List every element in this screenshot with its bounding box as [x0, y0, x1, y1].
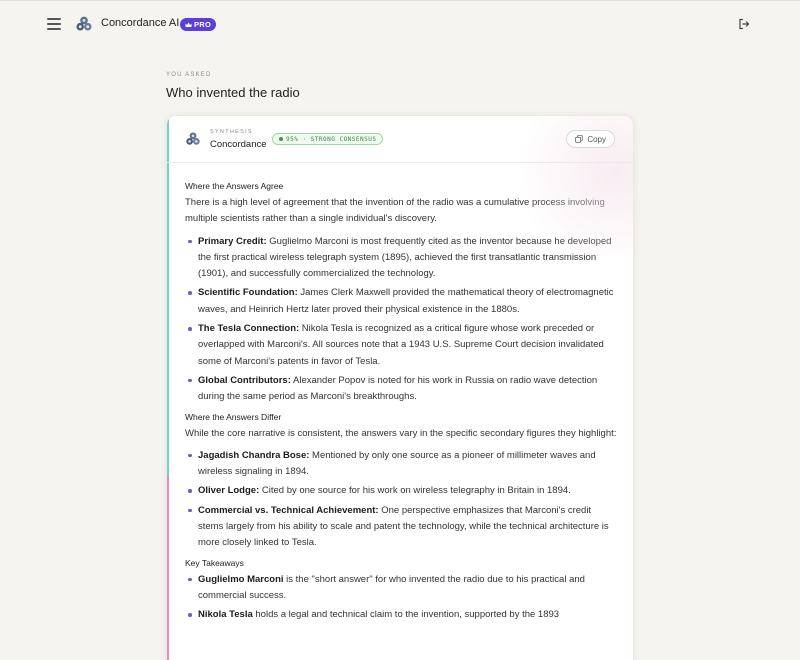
differ-accent-bar — [167, 476, 169, 660]
copy-button[interactable]: Copy — [566, 130, 615, 148]
pro-badge: PRO — [180, 18, 217, 31]
list-item-term: The Tesla Connection: — [198, 323, 300, 335]
list-item-term: Guglielmo Marconi — [198, 573, 284, 585]
list-item: Jagadish Chandra Bose: Mentioned by only… — [185, 448, 619, 481]
logout-icon[interactable] — [738, 18, 750, 30]
top-bar: Concordance AI PRO — [0, 0, 800, 46]
agree-accent-bar — [167, 116, 169, 476]
list-item: Nikola Tesla holds a legal and technical… — [185, 607, 619, 623]
card-header: SYNTHESIS Concordance 95% · STRONG CONSE… — [167, 116, 633, 163]
list-item: Commercial vs. Technical Achievement: On… — [185, 503, 619, 552]
list-item-term: Scientific Foundation: — [198, 287, 298, 299]
synthesis-card: SYNTHESIS Concordance 95% · STRONG CONSE… — [166, 115, 634, 660]
differ-heading: Where the Answers Differ — [185, 411, 282, 422]
list-item: Global Contributors: Alexander Popov is … — [185, 373, 619, 406]
list-item-term: Global Contributors: — [198, 374, 291, 386]
app-name: Concordance AI — [101, 17, 180, 29]
agree-heading: Where the Answers Agree — [185, 181, 284, 191]
crown-icon — [185, 22, 192, 27]
copy-label: Copy — [587, 134, 606, 144]
question-text: Who invented the radio — [166, 85, 300, 100]
takeaways-heading: Key Takeaways — [185, 557, 244, 568]
copy-icon — [575, 135, 584, 143]
list-item-text: Cited by one source for his work on wire… — [259, 485, 571, 497]
you-asked-label: YOU ASKED — [166, 72, 212, 78]
list-item: Oliver Lodge: Cited by one source for hi… — [185, 483, 619, 499]
synthesis-content: Where the Answers Agree There is a high … — [185, 180, 619, 629]
concordance-logo-icon — [186, 132, 200, 145]
list-item-term: Commercial vs. Technical Achievement: — [198, 504, 379, 516]
synthesis-label: SYNTHESIS — [210, 129, 253, 135]
list-item-term: Nikola Tesla — [198, 609, 253, 621]
menu-icon[interactable] — [46, 16, 62, 32]
list-item-term: Oliver Lodge: — [198, 485, 260, 497]
concordance-logo-icon — [76, 16, 92, 31]
list-item: The Tesla Connection: Nikola Tesla is re… — [185, 321, 619, 370]
differ-intro: While the core narrative is consistent, … — [185, 427, 617, 439]
list-item-term: Jagadish Chandra Bose: — [198, 449, 310, 461]
card-title: Concordance — [210, 139, 267, 150]
consensus-text: 95% · STRONG CONSENSUS — [286, 135, 377, 143]
differ-list: Jagadish Chandra Bose: Mentioned by only… — [185, 448, 619, 552]
list-item: Scientific Foundation: James Clerk Maxwe… — [185, 285, 619, 318]
pro-badge-label: PRO — [194, 20, 212, 29]
agree-intro: There is a high level of agreement that … — [185, 197, 605, 225]
list-item: Primary Credit: Guglielmo Marconi is mos… — [185, 234, 619, 283]
list-item: Guglielmo Marconi is the "short answer" … — [185, 572, 619, 605]
list-item-text: holds a legal and technical claim to the… — [252, 609, 560, 621]
agree-list: Primary Credit: Guglielmo Marconi is mos… — [185, 234, 619, 406]
list-item-term: Primary Credit: — [198, 235, 267, 247]
takeaways-list: Guglielmo Marconi is the "short answer" … — [185, 572, 619, 624]
consensus-badge: 95% · STRONG CONSENSUS — [272, 133, 384, 145]
consensus-dot-icon — [279, 137, 283, 141]
